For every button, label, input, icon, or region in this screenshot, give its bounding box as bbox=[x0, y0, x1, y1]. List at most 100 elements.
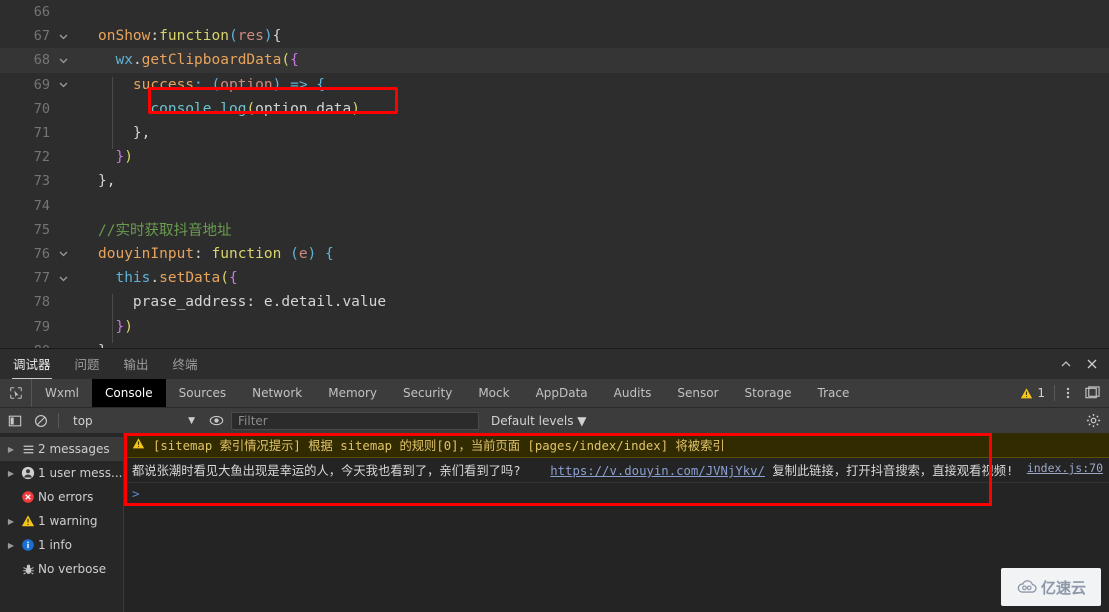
prompt-caret: > bbox=[132, 485, 140, 501]
code-token: success bbox=[132, 76, 195, 93]
ide-tab-debugger[interactable]: 调试器 bbox=[12, 349, 52, 379]
tab-audits[interactable]: Audits bbox=[601, 379, 665, 407]
code-token: wx bbox=[115, 52, 133, 69]
sidebar-item-info[interactable]: ▶ 1 info bbox=[0, 533, 123, 557]
code-token: ) bbox=[124, 149, 133, 166]
list-icon bbox=[18, 443, 38, 456]
devtools-settings-button[interactable] bbox=[1082, 410, 1104, 432]
ide-tab-terminal[interactable]: 终端 bbox=[172, 349, 199, 379]
console-body: ▶ 2 messages ▶ 1 user mess... No errors … bbox=[0, 433, 1109, 612]
expand-arrow-icon[interactable]: ▶ bbox=[4, 541, 18, 550]
console-message-warning[interactable]: [sitemap 索引情况提示] 根据 sitemap 的规则[0]，当前页面 … bbox=[124, 433, 1109, 458]
code-text: console.log(option.data) bbox=[74, 100, 1109, 126]
code-comment: //实时获取抖音地址 bbox=[98, 223, 232, 240]
collapse-panel-button[interactable] bbox=[1059, 349, 1073, 379]
cloud-logo-icon bbox=[1017, 580, 1037, 593]
tab-label: Storage bbox=[744, 386, 792, 400]
ide-tab-output[interactable]: 输出 bbox=[123, 349, 150, 379]
warning-icon bbox=[18, 514, 38, 528]
tab-label: Trace bbox=[817, 386, 850, 400]
code-token: : bbox=[194, 245, 212, 262]
dock-panel-icon bbox=[1084, 386, 1100, 399]
warning-triangle-icon bbox=[132, 437, 148, 453]
sidebar-item-warnings[interactable]: ▶ 1 warning bbox=[0, 509, 123, 533]
close-panel-button[interactable] bbox=[1085, 349, 1099, 379]
code-token: ( bbox=[246, 100, 256, 117]
inspect-element-button[interactable] bbox=[0, 379, 32, 407]
line-number: 67 bbox=[33, 28, 50, 45]
line-number: 71 bbox=[33, 125, 50, 142]
console-message-log[interactable]: 都说张潮时看见大鱼出现是幸运的人，今天我也看到了，亲们看到了吗? https:/… bbox=[124, 458, 1109, 483]
tab-wxml[interactable]: Wxml bbox=[32, 379, 92, 407]
chevron-down-icon: ▼ bbox=[188, 415, 195, 426]
sidebar-item-verbose[interactable]: No verbose bbox=[0, 557, 123, 581]
code-text: }, bbox=[74, 125, 1109, 150]
code-line: 80 }, bbox=[0, 339, 1109, 348]
execution-context-selector[interactable]: top ▼ bbox=[65, 414, 201, 428]
tab-sources[interactable]: Sources bbox=[166, 379, 239, 407]
clear-console-button[interactable] bbox=[30, 410, 52, 432]
log-text-before: 都说张潮时看见大鱼出现是幸运的人，今天我也看到了，亲们看到了吗? bbox=[132, 464, 521, 478]
console-sidebar-toggle[interactable] bbox=[4, 410, 26, 432]
sidebar-item-label: 1 info bbox=[38, 538, 72, 552]
clear-console-icon bbox=[35, 414, 47, 427]
ide-tab-label: 输出 bbox=[123, 357, 149, 372]
filter-input[interactable] bbox=[231, 411, 479, 430]
expand-arrow-icon[interactable]: ▶ bbox=[4, 445, 18, 454]
code-token: ) bbox=[263, 28, 273, 45]
devtools-more-button[interactable] bbox=[1057, 382, 1079, 404]
expand-arrow-icon[interactable]: ▶ bbox=[4, 517, 18, 526]
line-number: 73 bbox=[33, 173, 50, 190]
tab-network[interactable]: Network bbox=[239, 379, 315, 407]
line-number: 74 bbox=[33, 197, 50, 214]
line-number: 75 bbox=[33, 221, 50, 238]
devtools-tab-bar: Wxml Console Sources Network Memory Secu… bbox=[0, 379, 1109, 408]
code-token: { bbox=[228, 270, 238, 287]
gear-icon bbox=[1086, 413, 1100, 428]
code-text: wx.getClipboardData({ bbox=[74, 52, 1109, 68]
console-source-link[interactable]: index.js:70 bbox=[1017, 461, 1103, 475]
sidebar-item-messages[interactable]: ▶ 2 messages bbox=[0, 437, 123, 461]
code-token: setData bbox=[159, 270, 221, 287]
console-prompt[interactable]: > bbox=[124, 483, 1109, 503]
code-token: ) { bbox=[307, 245, 334, 262]
live-expression-icon bbox=[209, 415, 223, 426]
tab-security[interactable]: Security bbox=[390, 379, 465, 407]
douyin-link[interactable]: https://v.douyin.com/JVNjYkv/ bbox=[550, 464, 765, 478]
tab-sensor[interactable]: Sensor bbox=[664, 379, 731, 407]
sidebar-item-user-messages[interactable]: ▶ 1 user mess... bbox=[0, 461, 123, 485]
tab-mock[interactable]: Mock bbox=[465, 379, 522, 407]
dock-position-button[interactable] bbox=[1081, 382, 1103, 404]
code-editor[interactable]: 66 67 onShow:function(res){ 68 wx.getCli… bbox=[0, 0, 1109, 348]
log-levels-selector[interactable]: Default levels ▼ bbox=[491, 414, 587, 428]
console-messages[interactable]: [sitemap 索引情况提示] 根据 sitemap 的规则[0]，当前页面 … bbox=[124, 433, 1109, 612]
divider bbox=[1054, 385, 1055, 401]
tab-console[interactable]: Console bbox=[92, 379, 166, 407]
tab-trace[interactable]: Trace bbox=[805, 379, 863, 407]
tab-label: AppData bbox=[535, 386, 588, 400]
chevron-up-icon bbox=[1061, 361, 1071, 367]
expand-arrow-icon[interactable]: ▶ bbox=[4, 469, 18, 478]
code-token: . bbox=[132, 52, 142, 69]
code-token: : ( bbox=[194, 76, 221, 93]
divider bbox=[58, 413, 59, 428]
warning-count-badge[interactable]: 1 bbox=[1013, 386, 1052, 400]
verbose-bug-icon bbox=[18, 563, 38, 576]
log-text-after: 复制此链接，打开抖音搜索，直接观看视频! bbox=[772, 464, 1014, 478]
live-expression-button[interactable] bbox=[205, 410, 227, 432]
code-token: ( bbox=[228, 28, 238, 45]
code-token: prase_address bbox=[132, 294, 247, 311]
code-token: }, bbox=[132, 125, 151, 142]
line-number: 70 bbox=[33, 100, 50, 117]
code-line: 74 bbox=[0, 194, 1109, 218]
filterbar-actions bbox=[1082, 410, 1109, 432]
tab-memory[interactable]: Memory bbox=[315, 379, 390, 407]
sidebar-item-errors[interactable]: No errors bbox=[0, 485, 123, 509]
tab-label: Memory bbox=[328, 386, 378, 400]
tab-storage[interactable]: Storage bbox=[732, 379, 805, 407]
tab-label: Sensor bbox=[677, 386, 719, 400]
tab-appdata[interactable]: AppData bbox=[523, 379, 601, 407]
tab-label: Security bbox=[403, 386, 453, 400]
ide-tab-problems[interactable]: 问题 bbox=[74, 349, 101, 379]
code-line: 72 }) bbox=[0, 145, 1109, 169]
